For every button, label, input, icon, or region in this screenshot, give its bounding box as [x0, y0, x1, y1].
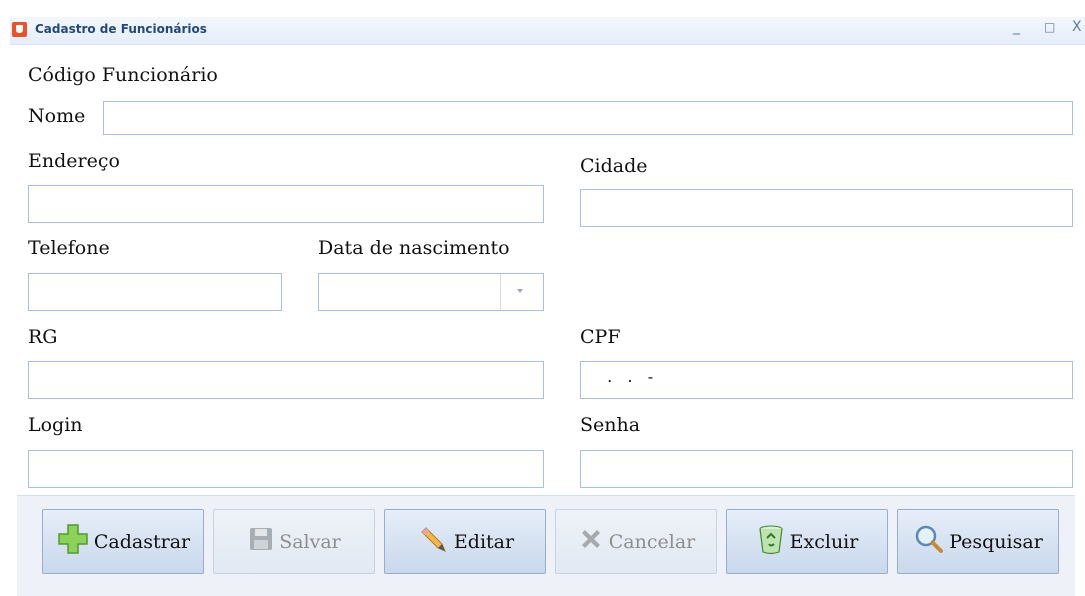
data-nascimento-label: Data de nascimento — [318, 237, 510, 259]
codigo-funcionario-label: Código Funcionário — [28, 64, 218, 86]
excluir-button[interactable]: Excluir — [726, 509, 888, 574]
nome-label: Nome — [28, 105, 86, 127]
floppy-disk-icon — [247, 525, 275, 558]
date-picker-separator — [500, 274, 501, 310]
cpf-input[interactable] — [580, 361, 1073, 399]
salvar-button[interactable]: Salvar — [213, 509, 375, 574]
login-input[interactable] — [28, 450, 544, 488]
close-button[interactable]: X — [1072, 19, 1082, 35]
cancelar-button[interactable]: Cancelar — [555, 509, 717, 574]
chevron-down-icon[interactable] — [517, 289, 523, 293]
cpf-label: CPF — [580, 326, 621, 348]
cadastrar-button[interactable]: Cadastrar — [42, 509, 204, 574]
editar-button[interactable]: Editar — [384, 509, 546, 574]
magnifier-icon — [913, 523, 945, 560]
cidade-input[interactable] — [580, 189, 1073, 227]
maximize-button[interactable]: □ — [1044, 20, 1055, 34]
x-icon — [577, 525, 605, 558]
senha-input[interactable] — [580, 450, 1073, 488]
title-bar: Cadastro de Funcionários _ □ X — [10, 17, 1085, 45]
telefone-input[interactable] — [28, 273, 282, 311]
rg-label: RG — [28, 326, 58, 348]
cadastrar-label: Cadastrar — [93, 530, 191, 553]
recycle-bin-icon — [756, 523, 786, 560]
cidade-label: Cidade — [580, 155, 648, 177]
app-icon — [12, 22, 27, 37]
data-nascimento-input[interactable] — [319, 274, 503, 310]
cpf-mask-text: . . - — [602, 367, 654, 386]
endereco-input[interactable] — [28, 185, 544, 223]
minimize-button[interactable]: _ — [1013, 19, 1020, 35]
editar-label: Editar — [453, 530, 515, 553]
pesquisar-label: Pesquisar — [949, 530, 1043, 553]
endereco-label: Endereço — [28, 150, 120, 172]
login-label: Login — [28, 414, 83, 436]
pesquisar-button[interactable]: Pesquisar — [897, 509, 1059, 574]
senha-label: Senha — [580, 414, 641, 436]
plus-icon — [56, 522, 90, 561]
excluir-label: Excluir — [789, 530, 859, 553]
rg-input[interactable] — [28, 361, 544, 399]
salvar-label: Salvar — [279, 530, 341, 553]
data-nascimento-picker[interactable] — [318, 273, 544, 311]
nome-input[interactable] — [103, 101, 1073, 135]
pencil-icon — [416, 522, 450, 561]
window-title: Cadastro de Funcionários — [35, 22, 207, 36]
cancelar-label: Cancelar — [608, 530, 696, 553]
telefone-label: Telefone — [28, 237, 110, 259]
